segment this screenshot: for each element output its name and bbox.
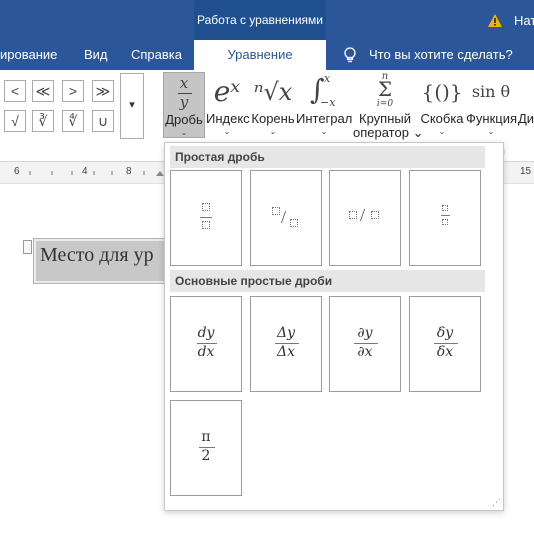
symbol-greater-than[interactable]: > — [62, 80, 84, 102]
fraction-small-delta-card[interactable]: δy δx — [409, 296, 481, 392]
symbol-union[interactable]: ∪ — [92, 110, 114, 132]
sum-icon: n Σ i=0 — [376, 71, 394, 109]
fraction-gallery: Простая дробь / / Основные простые дроби — [164, 142, 504, 511]
ribbon-tabs: ирование Вид Справка Уравнение Что вы хо… — [0, 40, 534, 70]
small-fraction-icon — [410, 171, 480, 265]
fraction-skewed-card[interactable]: / — [250, 170, 322, 266]
bracket-label: Скобка ⌄ — [420, 111, 464, 136]
tab-equation[interactable]: Уравнение — [194, 40, 326, 70]
fraction-delta-card[interactable]: Δy Δx — [250, 296, 322, 392]
section-common-fractions: Основные простые дроби — [170, 270, 485, 292]
fraction-linear-card[interactable]: / — [329, 170, 401, 266]
fraction-denominator: Δx — [276, 344, 295, 360]
tell-me-search[interactable]: Что вы хотите сделать? — [369, 40, 513, 70]
fraction-denominator: δx — [436, 344, 454, 360]
fraction-numerator: ∂y — [357, 325, 373, 341]
equation-move-handle[interactable] — [23, 240, 32, 254]
more-arrow-icon: ▾ — [129, 99, 135, 111]
stacked-fraction-icon — [171, 171, 241, 265]
ruler-number: 15 — [520, 166, 532, 177]
symbol-fourth-root[interactable]: ∜ — [62, 110, 84, 132]
user-name[interactable]: Нат — [514, 13, 534, 28]
diacritics-label: Ди — [518, 111, 534, 126]
symbols-more-button[interactable]: ▾ — [120, 73, 144, 139]
fraction-numerator: dy — [197, 325, 215, 341]
script-label: Индекс ⌄ — [206, 111, 250, 136]
symbol-square-root[interactable]: √ — [4, 110, 26, 132]
fraction-partial-card[interactable]: ∂y ∂x — [329, 296, 401, 392]
tab-help[interactable]: Справка — [131, 40, 182, 70]
equation-placeholder[interactable]: Место для ур — [36, 241, 164, 281]
fraction-icon: x y — [164, 73, 204, 117]
fraction-stacked-card[interactable] — [170, 170, 242, 266]
fraction-denominator: 2 — [201, 448, 211, 464]
fraction-dy-dx-card[interactable]: dy dx — [170, 296, 242, 392]
symbol-less-than[interactable]: < — [4, 80, 26, 102]
radical-button[interactable]: ⁿ√x Корень ⌄ — [250, 72, 296, 138]
ruler-number: 8 — [126, 166, 132, 177]
fraction-numerator: δy — [436, 325, 454, 341]
fraction-pi-over-2-card[interactable]: π 2 — [170, 400, 242, 496]
script-icon: eˣ — [213, 75, 241, 108]
symbol-cube-root[interactable]: ∛ — [32, 110, 54, 132]
function-icon: sin θ — [471, 82, 511, 101]
warning-icon[interactable] — [488, 14, 502, 27]
diacritics-button[interactable]: Ди — [518, 72, 534, 138]
symbol-much-greater-than[interactable]: ≫ — [92, 80, 114, 102]
ruler-number: 6 — [14, 166, 20, 177]
fraction-numerator: π — [201, 429, 211, 445]
bracket-button[interactable]: {()} Скобка ⌄ — [420, 72, 464, 138]
equation-tools-context: Работа с уравнениями — [194, 0, 326, 40]
integral-icon: ∫ x −x — [310, 72, 336, 109]
fraction-label: Дробь ⌄ — [165, 112, 203, 137]
integral-button[interactable]: ∫ x −x Интеграл ⌄ — [296, 72, 352, 138]
fraction-small-card[interactable] — [409, 170, 481, 266]
ruler-number: 4 — [82, 166, 88, 177]
tab-view[interactable]: Вид — [84, 40, 108, 70]
large-operator-label: Крупный оператор ⌄ — [353, 111, 424, 140]
script-button[interactable]: eˣ Индекс ⌄ — [206, 72, 250, 138]
integral-label: Интеграл ⌄ — [296, 111, 353, 136]
large-operator-button[interactable]: n Σ i=0 Крупный оператор ⌄ — [353, 71, 424, 140]
section-simple-fraction: Простая дробь — [170, 146, 485, 168]
lightbulb-icon — [344, 47, 356, 63]
radical-icon: ⁿ√x — [253, 78, 293, 106]
fraction-numerator: Δy — [276, 325, 296, 341]
fraction-denominator: ∂x — [357, 344, 373, 360]
fraction-button[interactable]: x y Дробь ⌄ — [163, 72, 205, 138]
function-button[interactable]: sin θ Функция ⌄ — [466, 72, 517, 138]
title-bar: Работа с уравнениями Нат — [0, 0, 534, 40]
skewed-fraction-icon: / — [251, 171, 321, 265]
tab-review[interactable]: ирование — [0, 40, 57, 70]
function-label: Функция ⌄ — [466, 111, 517, 136]
bracket-icon: {()} — [421, 80, 463, 104]
symbol-much-less-than[interactable]: ≪ — [32, 80, 54, 102]
resize-grip-icon[interactable]: ⋰ — [492, 497, 501, 508]
radical-label: Корень ⌄ — [251, 111, 295, 136]
linear-fraction-icon: / — [330, 171, 400, 265]
fraction-denominator: dx — [197, 344, 215, 360]
